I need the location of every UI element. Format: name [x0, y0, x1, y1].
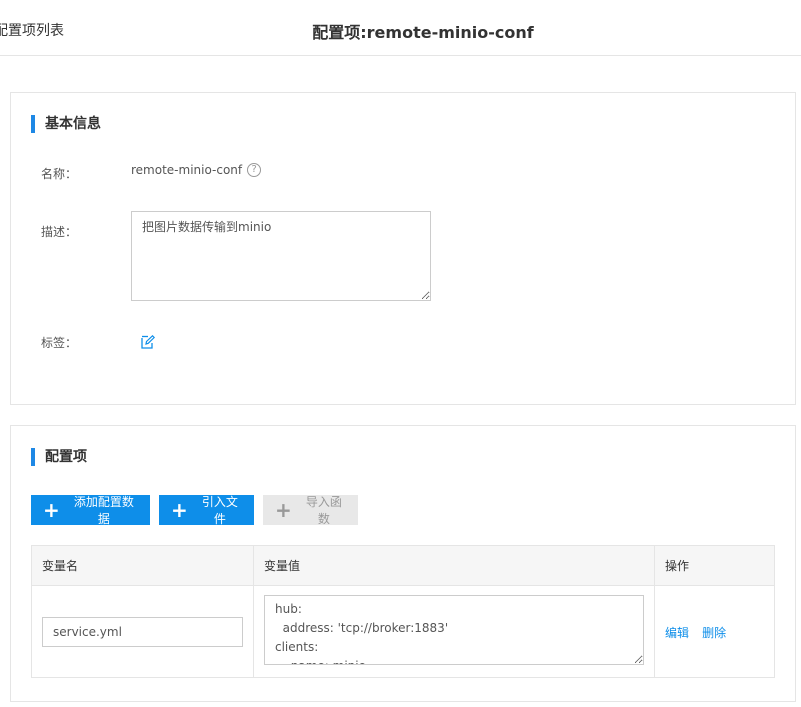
- import-file-label: 引入文件: [201, 495, 238, 526]
- var-value-cell: hub: address: 'tcp://broker:1883' client…: [253, 585, 655, 678]
- config-panel: 配置项 + 添加配置数据 + 引入文件 + 导入函数 变量名 变量值 操作 hu…: [10, 425, 796, 702]
- plus-icon: +: [43, 498, 60, 522]
- desc-label: 描述：: [41, 225, 78, 239]
- edit-link[interactable]: 编辑: [665, 626, 689, 640]
- config-table: 变量名 变量值 操作 hub: address: 'tcp://broker:1…: [31, 545, 775, 678]
- page-title: 配置项:remote-minio-conf: [312, 23, 534, 42]
- name-value-wrap: remote-minio-conf ?: [131, 163, 262, 177]
- basic-info-panel: 基本信息 名称： remote-minio-conf ? 描述： 把图片数据传输…: [10, 92, 796, 405]
- description-textarea[interactable]: 把图片数据传输到minio: [131, 211, 431, 301]
- name-label: 名称：: [41, 167, 78, 181]
- plus-icon: +: [275, 498, 292, 522]
- table-row: hub: address: 'tcp://broker:1883' client…: [31, 585, 775, 678]
- tags-label: 标签：: [41, 336, 78, 350]
- help-icon[interactable]: ?: [247, 163, 262, 177]
- var-name-cell: [31, 585, 254, 678]
- col-header-ops: 操作: [654, 545, 775, 586]
- top-header: 配置项列表 配置项:remote-minio-conf: [0, 0, 801, 56]
- add-config-data-label: 添加配置数据: [73, 495, 134, 526]
- config-title: 配置项: [31, 448, 87, 466]
- add-config-data-button[interactable]: + 添加配置数据: [31, 495, 150, 526]
- delete-link[interactable]: 删除: [702, 626, 726, 640]
- ops-cell: 编辑 删除: [654, 585, 775, 678]
- var-value-textarea[interactable]: hub: address: 'tcp://broker:1883' client…: [264, 594, 644, 665]
- import-function-label: 导入函数: [305, 495, 342, 526]
- col-header-var-name: 变量名: [31, 545, 254, 586]
- name-value: remote-minio-conf: [131, 163, 243, 177]
- edit-tags-icon[interactable]: [141, 335, 155, 349]
- basic-info-title: 基本信息: [31, 115, 101, 133]
- var-name-input[interactable]: [42, 616, 243, 647]
- plus-icon: +: [171, 498, 188, 522]
- import-function-button[interactable]: + 导入函数: [263, 495, 358, 526]
- import-file-button[interactable]: + 引入文件: [159, 495, 254, 526]
- col-header-var-value: 变量值: [253, 545, 655, 586]
